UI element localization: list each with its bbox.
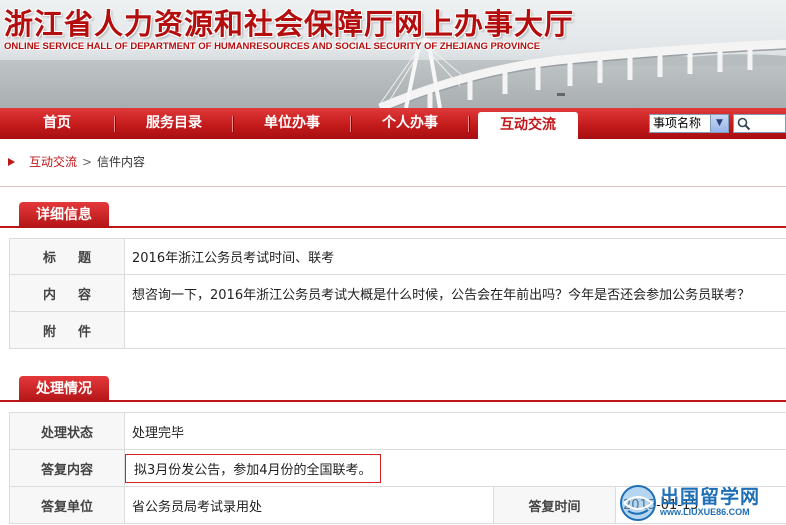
reply-content-value: 拟3月份发公告，参加4月份的全国联考。 — [125, 453, 381, 483]
watermark-text-en: www.LIUXUE86.COM — [660, 507, 750, 517]
detail-table: 标题 2016年浙江公务员考试时间、联考 内容 想咨询一下，2016年浙江公务员… — [9, 238, 786, 349]
nav-item-service-catalog[interactable]: 服务目录 — [116, 108, 232, 139]
arrow-right-icon — [8, 158, 15, 166]
breadcrumb-link-interaction[interactable]: 互动交流 — [29, 150, 77, 174]
divider — [0, 186, 786, 187]
detail-section-header: 详细信息 — [0, 201, 786, 228]
detail-value-attachment — [124, 311, 786, 349]
process-section-header: 处理情况 — [0, 375, 786, 402]
detail-label-attachment: 附件 — [9, 311, 125, 349]
detail-label-title: 标题 — [9, 238, 125, 275]
breadcrumb: 互动交流 > 信件内容 — [0, 150, 786, 174]
nav-item-interaction[interactable]: 互动交流 — [478, 112, 578, 139]
globe-icon — [620, 485, 656, 521]
header-banner: 浙江省人力资源和社会保障厅网上办事大厅 ONLINE SERVICE HALL … — [0, 0, 786, 108]
process-section-title: 处理情况 — [19, 376, 109, 402]
search-type-value: 事项名称 — [653, 116, 702, 130]
nav-item-personal-affairs[interactable]: 个人办事 — [352, 108, 468, 139]
reply-time-label: 答复时间 — [493, 486, 616, 524]
search-input[interactable] — [733, 114, 786, 133]
reply-content-label: 答复内容 — [9, 449, 125, 487]
site-title-cn: 浙江省人力资源和社会保障厅网上办事大厅 — [4, 7, 575, 41]
detail-section-title: 详细信息 — [19, 202, 109, 228]
watermark-text-cn: 出国留学网 — [660, 486, 761, 508]
detail-value-content: 想咨询一下，2016年浙江公务员考试大概是什么时候，公告会在年前出吗？今年是否还… — [124, 274, 786, 312]
nav-item-home[interactable]: 首页 — [0, 108, 114, 139]
search-icon[interactable] — [737, 116, 751, 131]
detail-label-content: 内容 — [9, 274, 125, 312]
watermark-logo: 出国留学网 www.LIUXUE86.COM — [618, 481, 786, 525]
search-type-select[interactable]: 事项名称 ▼ — [649, 114, 729, 133]
chevron-down-icon[interactable]: ▼ — [710, 115, 728, 132]
breadcrumb-current: 信件内容 — [97, 155, 146, 169]
table-row: 内容 想咨询一下，2016年浙江公务员考试大概是什么时候，公告会在年前出吗？今年… — [9, 274, 786, 312]
table-row: 标题 2016年浙江公务员考试时间、联考 — [9, 238, 786, 275]
breadcrumb-separator: > — [82, 155, 93, 169]
nav-separator — [468, 116, 470, 132]
detail-value-title: 2016年浙江公务员考试时间、联考 — [124, 238, 786, 275]
status-label: 处理状态 — [9, 412, 125, 450]
reply-unit-value: 省公务员局考试录用处 — [124, 486, 494, 524]
table-row: 处理状态 处理完毕 — [9, 412, 786, 450]
status-value: 处理完毕 — [123, 412, 786, 450]
reply-unit-label: 答复单位 — [9, 486, 125, 524]
nav-item-unit-affairs[interactable]: 单位办事 — [234, 108, 350, 139]
table-row: 附件 — [9, 311, 786, 349]
site-title-en: ONLINE SERVICE HALL OF DEPARTMENT OF HUM… — [4, 41, 541, 52]
